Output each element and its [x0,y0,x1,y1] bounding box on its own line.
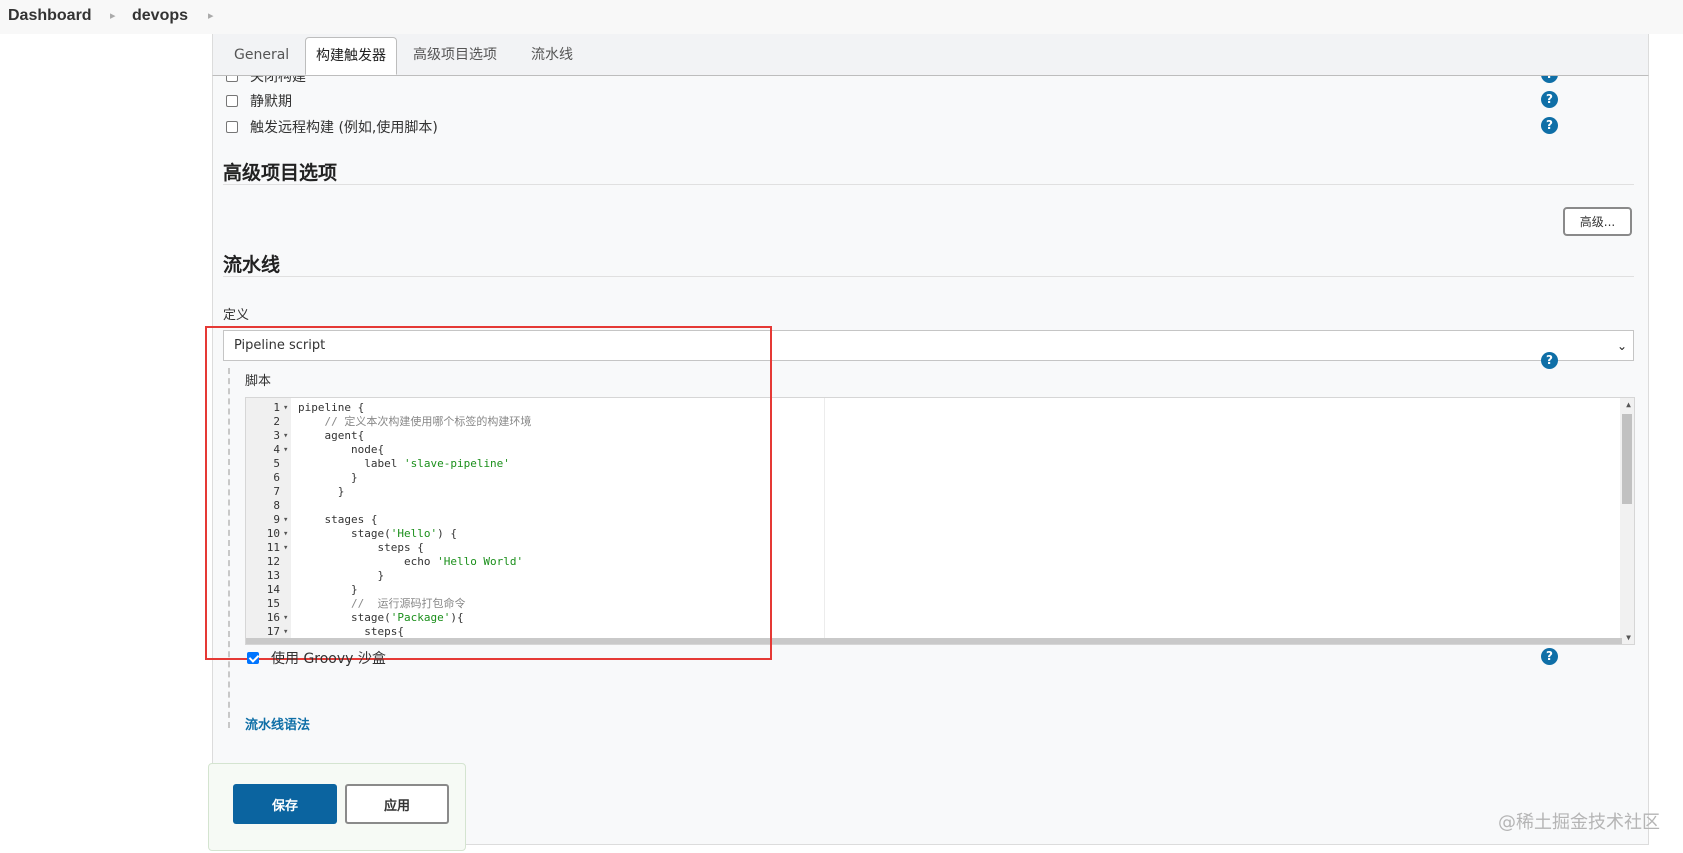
trigger-quiet-period[interactable]: 静默期 [226,91,292,111]
code-text: } [298,569,385,582]
code-text: echo 'Hello World' [298,555,524,568]
code-text: // 运行源码打包命令 [298,597,466,610]
advanced-section-title: 高级项目选项 [223,162,338,184]
definition-label: 定义 [223,308,250,323]
line-number: 8 [273,499,280,512]
line-number: 5 [273,457,280,470]
line-number: 11 [266,541,280,554]
help-icon[interactable]: ? [1541,117,1558,134]
code-text: stages { [298,513,378,526]
save-button[interactable]: 保存 [233,784,337,824]
script-label: 脚本 [245,374,272,389]
help-icon[interactable]: ? [1541,648,1558,665]
fold-arrow-icon[interactable]: ▾ [283,401,288,415]
watermark: @稀土掘金技术社区 [1498,812,1660,833]
code-text: pipeline { [298,401,365,414]
tab-advanced-options[interactable]: 高级项目选项 [413,44,497,66]
line-number: 10 [266,527,280,540]
trigger-label: 静默期 [250,94,292,110]
chevron-down-icon: ⌄ [1616,339,1627,353]
code-text: } [298,583,358,596]
line-number: 13 [266,569,280,582]
advanced-button[interactable]: 高级... [1563,207,1632,236]
help-icon[interactable]: ? [1541,91,1558,108]
code-text: steps{ [298,625,404,638]
breadcrumb: Dashboard ▸ devops ▸ [0,0,1683,34]
code-text: steps { [298,541,424,554]
breadcrumb-dashboard[interactable]: Dashboard [8,7,92,25]
tab-build-triggers[interactable]: 构建触发器 [305,37,397,75]
code-text: node{ [298,443,385,456]
line-number: 9 [273,513,280,526]
remote-build-checkbox[interactable] [226,121,238,133]
code-text: // 定义本次构建使用哪个标签的构建环境 [298,415,532,428]
help-icon[interactable]: ? [1541,352,1558,369]
code-text: stage('Package'){ [298,611,464,624]
horizontal-scrollbar[interactable] [246,638,1622,644]
quiet-period-checkbox[interactable] [226,95,238,107]
line-number: 6 [273,471,280,484]
code-text: } [298,471,358,484]
code-text: } [298,485,345,498]
groovy-sandbox-option[interactable]: 使用 Groovy 沙盒 [247,648,386,668]
line-number: 15 [266,597,280,610]
scroll-up-icon[interactable]: ▲ [1626,400,1631,409]
script-editor[interactable]: 1 ▾ pipeline {2 // 定义本次构建使用哪个标签的构建环境 3 ▾ age… [245,397,1635,645]
pipeline-syntax-link[interactable]: 流水线语法 [245,714,310,733]
line-number: 4 [273,443,280,456]
fold-arrow-icon[interactable]: ▾ [283,625,288,639]
line-number: 12 [266,555,280,568]
groovy-sandbox-checkbox[interactable] [247,652,259,664]
line-number: 14 [266,583,280,596]
pipeline-section-title: 流水线 [223,254,281,276]
fold-arrow-icon[interactable]: ▾ [283,443,288,457]
tab-general[interactable]: General [234,44,289,66]
section-divider [223,184,1634,185]
fold-arrow-icon[interactable]: ▾ [283,527,288,541]
line-number: 3 [273,429,280,442]
chevron-right-icon[interactable]: ▸ [110,9,116,22]
trigger-label: 触发远程构建 (例如,使用脚本) [250,120,438,136]
line-number: 1 [273,401,280,414]
print-margin [824,398,825,644]
vertical-scrollbar[interactable]: ▲ ▼ [1620,398,1634,644]
code-text: agent{ [298,429,365,442]
trigger-remote-build[interactable]: 触发远程构建 (例如,使用脚本) [226,117,438,137]
section-divider [223,276,1634,277]
groovy-sandbox-label: 使用 Groovy 沙盒 [271,651,386,667]
fold-arrow-icon[interactable]: ▾ [283,513,288,527]
code-text: label 'slave-pipeline' [298,457,510,470]
fold-arrow-icon[interactable]: ▾ [283,611,288,625]
breadcrumb-devops[interactable]: devops [132,7,188,25]
line-number: 16 [266,611,280,624]
line-number: 17 [266,625,280,638]
fold-arrow-icon[interactable]: ▾ [283,541,288,555]
line-number: 7 [273,485,280,498]
tab-pipeline[interactable]: 流水线 [531,44,573,66]
nested-guide [228,368,230,728]
chevron-right-icon[interactable]: ▸ [208,9,214,22]
code-text: stage('Hello') { [298,527,457,540]
config-tabs: General 构建触发器 高级项目选项 流水线 [212,34,1649,76]
scrollbar-thumb[interactable] [1622,414,1632,504]
fold-arrow-icon[interactable]: ▾ [283,429,288,443]
definition-select[interactable]: Pipeline script ⌄ [223,330,1634,361]
line-number: 2 [273,415,280,428]
apply-button[interactable]: 应用 [345,784,449,824]
scroll-down-icon[interactable]: ▼ [1626,633,1631,642]
definition-value: Pipeline script [234,338,326,353]
